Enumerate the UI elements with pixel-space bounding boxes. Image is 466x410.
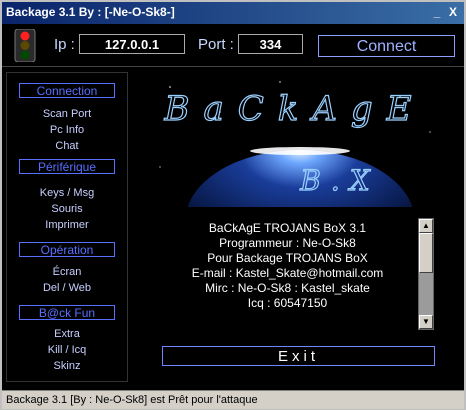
- main-panel: BaCkAgE B.X BaCkAgE TROJANS BoX 3.1 Prog…: [130, 72, 462, 382]
- menu-pc-info[interactable]: Pc Info: [7, 124, 127, 136]
- menu-keys-msg[interactable]: Keys / Msg: [7, 187, 127, 199]
- menu-kill-icq[interactable]: Kill / Icq: [7, 344, 127, 356]
- app-window: Backage 3.1 By : [-Ne-O-Sk8-] _ X Ip : 1…: [0, 0, 466, 410]
- menu-souris[interactable]: Souris: [7, 203, 127, 215]
- info-line: Programmeur : Ne-O-Sk8: [219, 236, 356, 250]
- port-label: Port :: [198, 36, 234, 53]
- section-peripherique: Périférique: [19, 159, 115, 174]
- logo-box-text: B.X: [299, 164, 379, 197]
- port-input[interactable]: 334: [238, 34, 303, 54]
- info-line: BaCkAgE TROJANS BoX 3.1: [208, 221, 367, 235]
- info-line: Mirc : Ne-O-Sk8 : Kastel_skate: [205, 281, 370, 295]
- info-line: E-mail : Kastel_Skate@hotmail.com: [191, 266, 384, 280]
- scroll-thumb[interactable]: [419, 233, 433, 273]
- menu-imprimer[interactable]: Imprimer: [7, 219, 127, 231]
- close-button[interactable]: X: [446, 6, 460, 19]
- menu-skinz[interactable]: Skinz: [7, 360, 127, 372]
- menu-chat[interactable]: Chat: [7, 140, 127, 152]
- section-operation: Opération: [19, 242, 115, 257]
- ip-input[interactable]: 127.0.0.1: [79, 34, 185, 54]
- section-back-fun: B@ck Fun: [19, 305, 115, 320]
- title-bar[interactable]: Backage 3.1 By : [-Ne-O-Sk8-] _ X: [2, 2, 464, 24]
- ip-label: Ip :: [54, 36, 75, 53]
- info-text-box: BaCkAgE TROJANS BoX 3.1 Programmeur : Ne…: [180, 221, 395, 311]
- scroll-up-arrow-icon[interactable]: ▲: [419, 219, 433, 233]
- connection-toolbar: Ip : 127.0.0.1 Port : 334 Connect: [2, 24, 464, 67]
- backage-logo-image: BaCkAgE B.X: [140, 72, 450, 207]
- exit-button[interactable]: Exit: [162, 346, 435, 366]
- window-title: Backage 3.1 By : [-Ne-O-Sk8-]: [6, 5, 175, 19]
- scroll-down-arrow-icon[interactable]: ▼: [419, 315, 433, 329]
- menu-scan-port[interactable]: Scan Port: [7, 108, 127, 120]
- connect-button[interactable]: Connect: [318, 35, 455, 57]
- traffic-light-icon: [14, 29, 36, 62]
- info-line: Pour Backage TROJANS BoX: [207, 251, 368, 265]
- info-scrollbar[interactable]: ▲ ▼: [418, 218, 434, 330]
- menu-ecran[interactable]: Écran: [7, 266, 127, 278]
- info-line: Icq : 60547150: [247, 296, 328, 310]
- menu-del-web[interactable]: Del / Web: [7, 282, 127, 294]
- menu-extra[interactable]: Extra: [7, 328, 127, 340]
- status-text: Backage 3.1 [By : Ne-O-Sk8] est Prêt pou…: [6, 394, 258, 406]
- minimize-button[interactable]: _: [430, 6, 444, 19]
- status-bar: Backage 3.1 [By : Ne-O-Sk8] est Prêt pou…: [2, 390, 464, 409]
- section-connection: Connection: [19, 83, 115, 98]
- logo-title-text: BaCkAgE: [163, 89, 425, 129]
- sidebar: Connection Scan Port Pc Info Chat Périfé…: [6, 72, 128, 382]
